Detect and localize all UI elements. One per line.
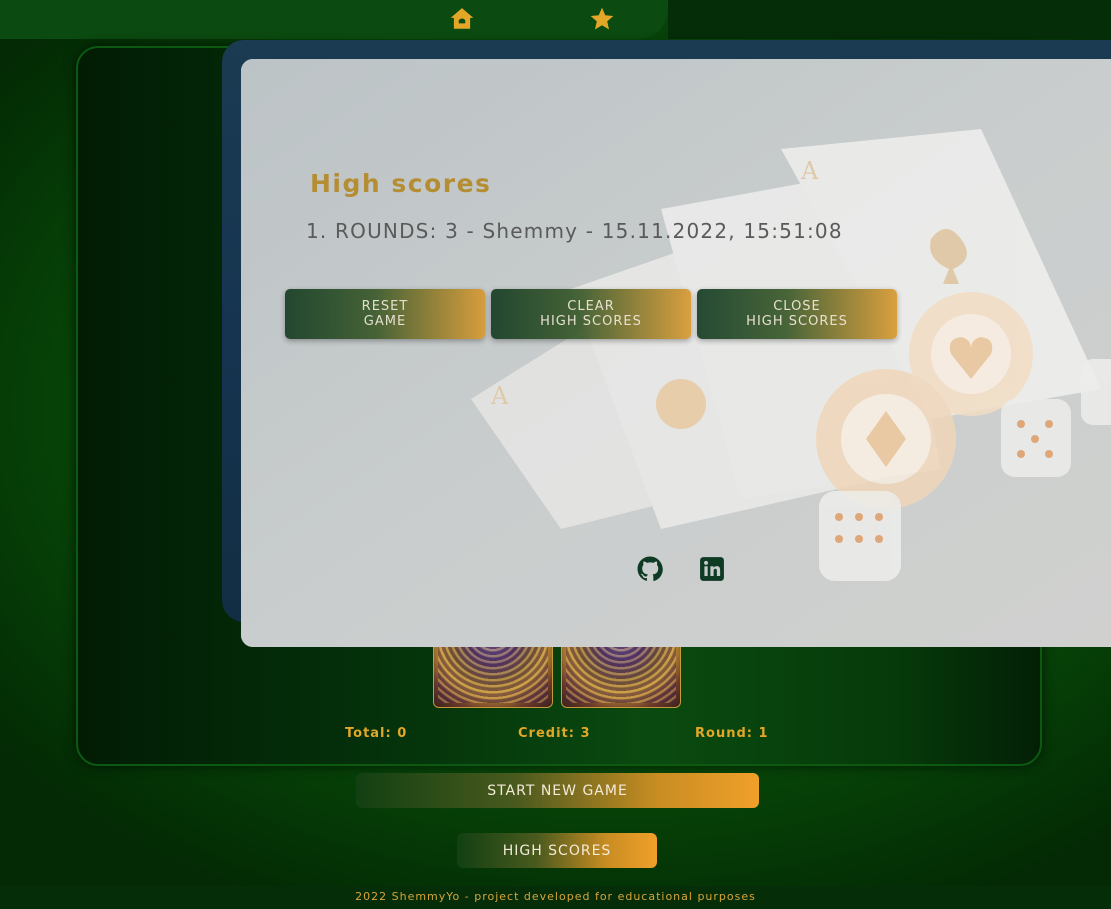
high-scores-modal: A A High scores 1. ROUNDS: 3 - Shemmy - … [241, 59, 1111, 647]
github-icon[interactable] [637, 556, 663, 582]
button-label-line: CLEAR [567, 299, 615, 314]
footer: 2022 ShemmyYo - project developed for ed… [0, 886, 1111, 909]
button-label-line: HIGH SCORES [540, 314, 642, 329]
high-scores-button[interactable]: HIGH SCORES [457, 833, 657, 868]
total-stat: Total: 0 [345, 726, 408, 741]
button-label-line: HIGH SCORES [746, 314, 848, 329]
svg-text:A: A [800, 157, 819, 185]
button-label-line: GAME [363, 314, 407, 329]
top-nav [0, 0, 668, 39]
clear-high-scores-button[interactable]: CLEAR HIGH SCORES [491, 289, 691, 339]
house-icon[interactable] [449, 6, 475, 32]
reset-game-button[interactable]: RESET GAME [285, 289, 485, 339]
top-nav-extension [668, 0, 1111, 39]
star-icon[interactable] [589, 6, 615, 32]
cards-and-chips-illustration: A A [241, 59, 1111, 647]
footer-text: 2022 ShemmyYo - project developed for ed… [355, 890, 756, 903]
round-stat: Round: 1 [695, 726, 769, 741]
button-label-line: RESET [361, 299, 409, 314]
linkedin-icon[interactable] [699, 556, 725, 582]
button-label-line: CLOSE [773, 299, 821, 314]
close-high-scores-button[interactable]: CLOSE HIGH SCORES [697, 289, 897, 339]
svg-text:A: A [490, 382, 509, 410]
modal-title: High scores [310, 169, 492, 198]
credit-stat: Credit: 3 [518, 726, 591, 741]
high-score-entry: 1. ROUNDS: 3 - Shemmy - 15.11.2022, 15:5… [306, 219, 843, 243]
start-new-game-button[interactable]: START NEW GAME [356, 773, 759, 808]
